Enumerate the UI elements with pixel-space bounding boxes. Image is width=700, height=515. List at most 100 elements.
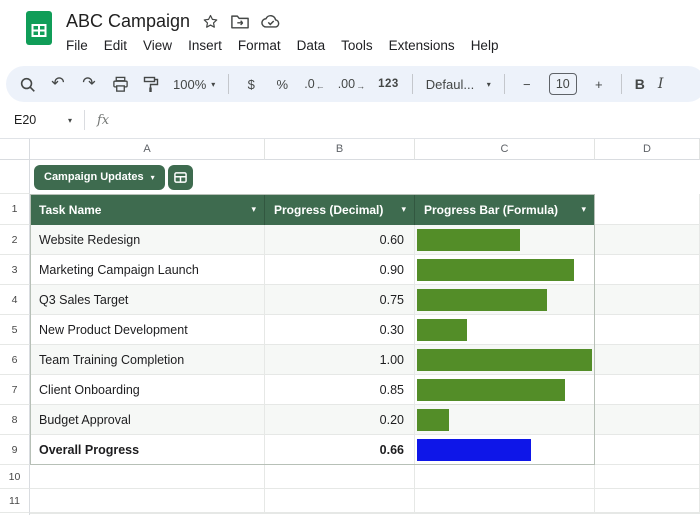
empty-cell[interactable] — [595, 285, 700, 315]
increase-decimal-button[interactable]: .00 → — [338, 77, 365, 91]
table-name-chip[interactable]: Campaign Updates ▾ — [34, 164, 165, 190]
column-header-a[interactable]: A — [30, 139, 265, 160]
table-header-progress-bar[interactable]: Progress Bar (Formula) ▾ — [415, 194, 595, 225]
select-all-corner[interactable] — [0, 139, 30, 160]
column-header-strip: A B C D — [0, 139, 700, 160]
row-header-5[interactable]: 5 — [0, 315, 30, 345]
star-icon[interactable] — [202, 13, 219, 30]
decrease-decimal-button[interactable]: .0 ← — [304, 77, 324, 91]
empty-cell[interactable] — [415, 489, 595, 513]
empty-cell[interactable] — [415, 465, 595, 489]
formula-input[interactable] — [109, 102, 700, 138]
menu-view[interactable]: View — [135, 36, 180, 55]
column-header-c[interactable]: C — [415, 139, 595, 160]
document-title[interactable]: ABC Campaign — [66, 11, 190, 32]
percent-format-button[interactable]: % — [273, 77, 291, 92]
empty-cell[interactable] — [595, 255, 700, 285]
empty-cell[interactable] — [595, 375, 700, 405]
print-icon[interactable] — [111, 76, 129, 93]
row-header-11[interactable]: 11 — [0, 489, 30, 513]
row-header-7[interactable]: 7 — [0, 375, 30, 405]
row-header-10[interactable]: 10 — [0, 465, 30, 489]
name-box[interactable]: E20 ▾ — [14, 113, 72, 127]
menu-extensions[interactable]: Extensions — [381, 36, 463, 55]
empty-cell[interactable] — [595, 435, 700, 465]
empty-cell[interactable] — [595, 194, 700, 225]
value-cell[interactable]: 0.75 — [265, 285, 415, 315]
value-cell[interactable]: 0.30 — [265, 315, 415, 345]
paint-format-icon[interactable] — [142, 76, 160, 93]
redo-icon[interactable]: ↷ — [80, 76, 98, 92]
value-cell[interactable]: 0.90 — [265, 255, 415, 285]
undo-icon[interactable]: ↶ — [49, 76, 67, 92]
italic-button[interactable]: I — [658, 76, 664, 92]
menu-tools[interactable]: Tools — [333, 36, 381, 55]
empty-cell[interactable] — [595, 513, 700, 514]
number-format-button[interactable]: 123 — [378, 78, 399, 90]
value-cell[interactable]: 0.66 — [265, 435, 415, 465]
value-cell[interactable]: 0.20 — [265, 405, 415, 435]
task-cell[interactable]: Marketing Campaign Launch — [30, 255, 265, 285]
currency-format-button[interactable]: $ — [242, 77, 260, 92]
menu-file[interactable]: File — [58, 36, 96, 55]
value-cell[interactable]: 0.60 — [265, 225, 415, 255]
task-cell[interactable]: Team Training Completion — [30, 345, 265, 375]
bar-cell[interactable] — [415, 255, 595, 285]
row-header-3[interactable]: 3 — [0, 255, 30, 285]
row-header-6[interactable]: 6 — [0, 345, 30, 375]
cloud-status-icon[interactable] — [261, 14, 281, 29]
task-cell[interactable]: Budget Approval — [30, 405, 265, 435]
column-header-d[interactable]: D — [595, 139, 700, 160]
row-header-8[interactable]: 8 — [0, 405, 30, 435]
empty-cell[interactable] — [30, 465, 265, 489]
empty-cell[interactable] — [30, 489, 265, 513]
bar-cell[interactable] — [415, 345, 595, 375]
table-header-task-name[interactable]: Task Name ▾ — [30, 194, 265, 225]
menu-data[interactable]: Data — [289, 36, 334, 55]
increase-font-size-button[interactable]: + — [590, 77, 608, 92]
empty-cell[interactable] — [265, 489, 415, 513]
empty-cell[interactable] — [595, 315, 700, 345]
sheets-logo-icon[interactable] — [26, 11, 52, 45]
bar-cell[interactable] — [415, 225, 595, 255]
task-cell[interactable]: Q3 Sales Target — [30, 285, 265, 315]
bar-cell[interactable] — [415, 405, 595, 435]
bar-cell[interactable] — [415, 315, 595, 345]
row-header-2[interactable]: 2 — [0, 225, 30, 255]
menu-insert[interactable]: Insert — [180, 36, 230, 55]
decrease-font-size-button[interactable]: − — [518, 77, 536, 92]
task-cell[interactable]: Overall Progress — [30, 435, 265, 465]
row-header-4[interactable]: 4 — [0, 285, 30, 315]
empty-cell[interactable] — [595, 489, 700, 513]
table-header-progress-decimal[interactable]: Progress (Decimal) ▾ — [265, 194, 415, 225]
bar-cell[interactable] — [415, 435, 595, 465]
bold-button[interactable]: B — [635, 76, 645, 92]
value-cell[interactable]: 0.85 — [265, 375, 415, 405]
font-size-input[interactable]: 10 — [548, 73, 577, 95]
search-icon[interactable] — [18, 76, 36, 93]
column-header-b[interactable]: B — [265, 139, 415, 160]
task-cell[interactable]: Website Redesign — [30, 225, 265, 255]
row-header-9[interactable]: 9 — [0, 435, 30, 465]
empty-cell[interactable] — [595, 345, 700, 375]
task-cell[interactable]: New Product Development — [30, 315, 265, 345]
empty-cell[interactable] — [595, 465, 700, 489]
row-header-1[interactable]: 1 — [0, 194, 30, 225]
bar-cell[interactable] — [415, 375, 595, 405]
empty-cell[interactable] — [265, 513, 415, 514]
table-menu-button[interactable] — [167, 164, 193, 190]
menu-format[interactable]: Format — [230, 36, 289, 55]
value-cell[interactable]: 1.00 — [265, 345, 415, 375]
task-cell[interactable]: Client Onboarding — [30, 375, 265, 405]
empty-cell[interactable] — [265, 465, 415, 489]
empty-cell[interactable] — [595, 225, 700, 255]
empty-cell[interactable] — [415, 513, 595, 514]
empty-cell[interactable] — [30, 513, 265, 514]
bar-cell[interactable] — [415, 285, 595, 315]
menu-help[interactable]: Help — [463, 36, 507, 55]
move-to-folder-icon[interactable] — [231, 14, 249, 29]
empty-cell[interactable] — [595, 405, 700, 435]
menu-edit[interactable]: Edit — [96, 36, 135, 55]
zoom-selector[interactable]: 100% ▾ — [173, 77, 215, 92]
font-selector[interactable]: Defaul... ▾ — [426, 77, 491, 92]
